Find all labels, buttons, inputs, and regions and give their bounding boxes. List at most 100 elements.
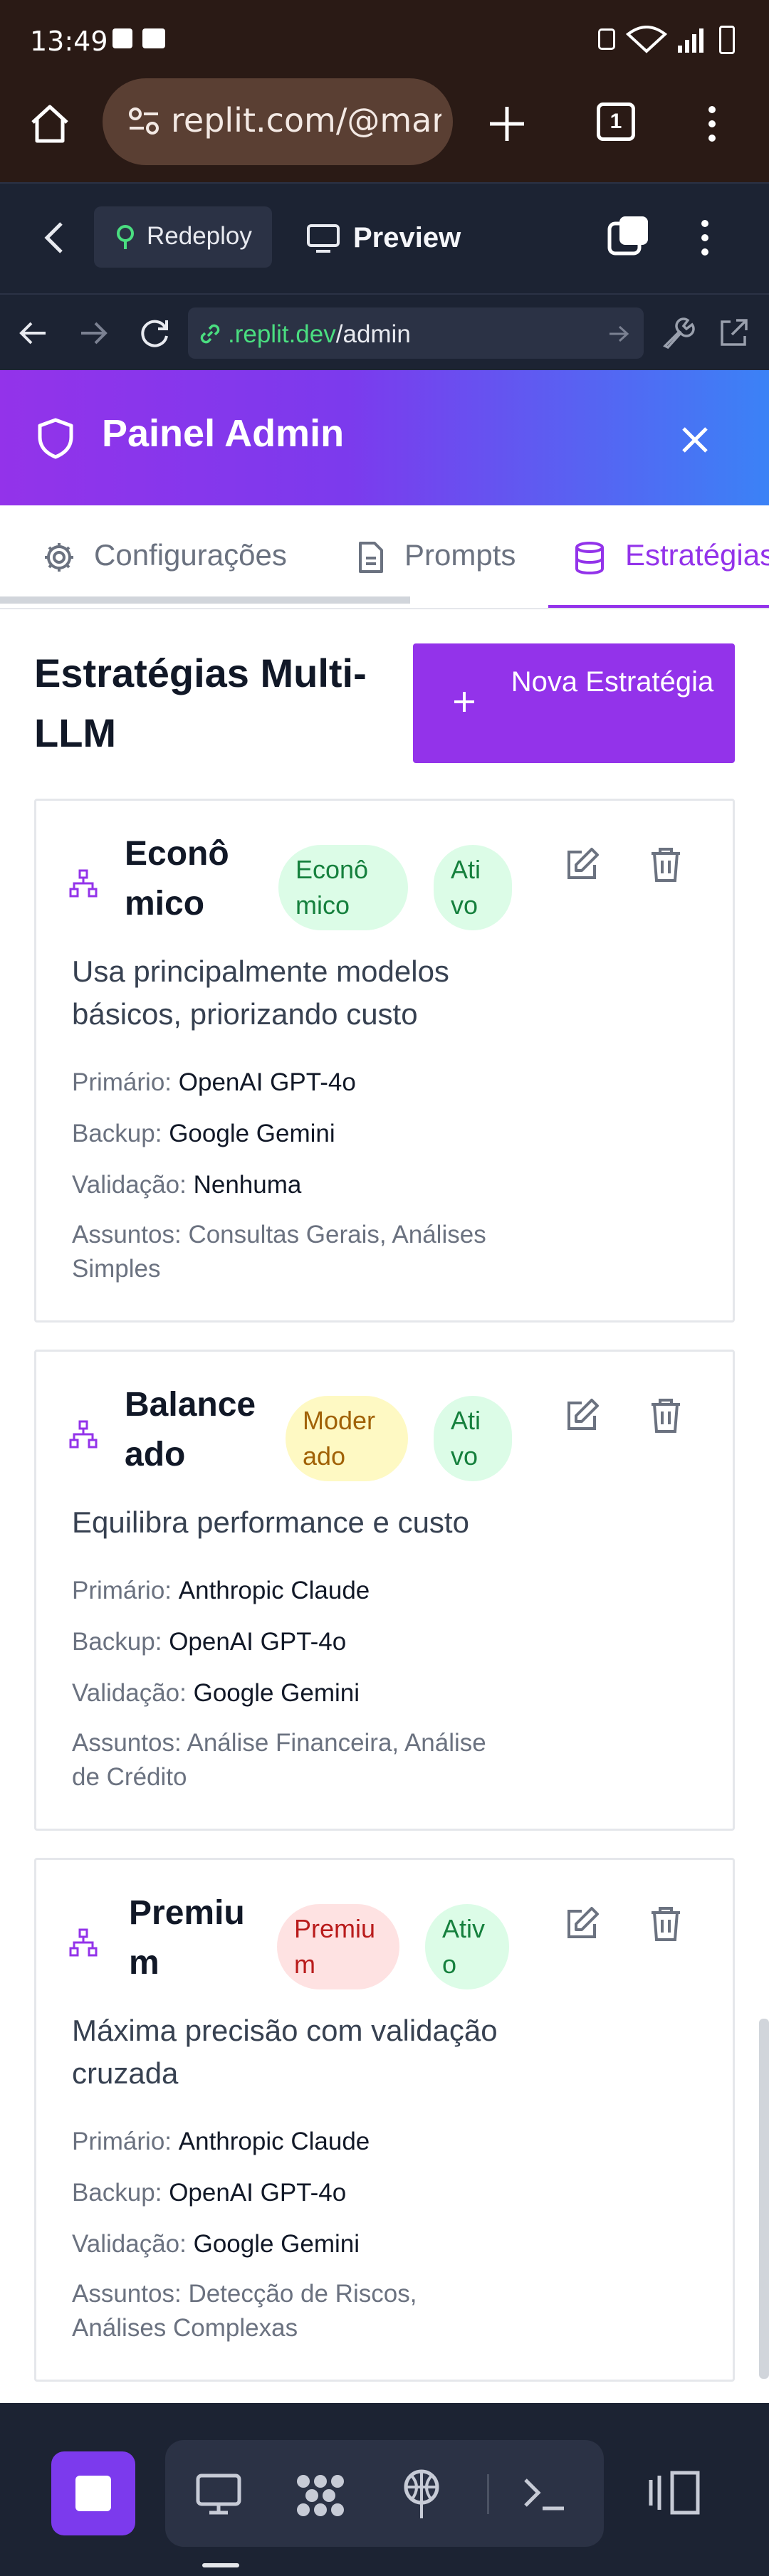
validation-row: Validação: Google Gemini [72,1679,360,1708]
back-arrow-icon[interactable] [19,320,47,346]
gear-icon [45,543,73,572]
row-label: Backup: [72,1628,162,1656]
network-icon [69,1420,98,1449]
new-tab-icon[interactable] [487,104,527,144]
strategy-description: Equilibra performance e custo [72,1505,469,1539]
monitor-icon[interactable] [195,2473,242,2515]
status-badge: Ativ o [425,1904,509,1989]
new-strategy-button[interactable]: Nova Estratégia [413,643,735,763]
trash-icon[interactable] [644,843,687,886]
close-icon[interactable] [681,426,709,454]
backup-row: Backup: OpenAI GPT-4o [72,2179,346,2207]
back-chevron-icon[interactable] [43,221,66,255]
site-settings-icon[interactable] [128,107,159,135]
strategy-name: Premiu m [129,1894,245,1982]
validation-value: Google Gemini [193,1679,360,1707]
url-path: /admin [335,320,411,348]
strategy-name: Balance ado [125,1386,256,1473]
divider [487,2474,489,2514]
wifi-icon [625,26,668,53]
subjects-row: Assuntos: Detecção de Riscos, Análises C… [72,2277,513,2345]
preview-tab-label[interactable]: Preview [353,222,461,254]
open-external-icon[interactable] [718,317,749,349]
webview-url-field[interactable]: .replit.dev/admin [188,307,644,359]
primary-row: Primário: Anthropic Claude [72,2128,370,2156]
voicemail-icon [142,28,165,48]
primary-row: Primário: Anthropic Claude [72,1577,370,1605]
monitor-icon [307,224,340,253]
agent-icon[interactable] [293,2473,347,2518]
link-icon [200,324,220,344]
level-badge: Moder ado [286,1396,408,1481]
tab-estrategias[interactable]: Estratégias [548,505,769,608]
shell-icon[interactable] [523,2476,567,2513]
strategy-card: Balance ado Moder ado Ati vo Equilibra p… [34,1350,735,1831]
level-badge: Premiu m [277,1904,399,1989]
reload-icon[interactable] [138,317,171,350]
validation-row: Validação: Nenhuma [72,1171,301,1199]
backup-value: OpenAI GPT-4o [169,1628,347,1656]
page-scrollbar[interactable] [759,2019,769,2379]
tab-label: Estratégias [625,538,769,572]
database-icon [575,542,604,575]
validation-value: Google Gemini [193,2230,360,2258]
check-notification-icon [113,28,132,48]
strategies-panel: Estratégias Multi-LLM Nova Estratégia Ec… [0,609,769,2403]
network-icon [69,869,98,898]
replit-menu-icon[interactable] [698,218,712,258]
url-text: replit.com/@mari [171,101,441,140]
home-icon[interactable] [28,104,71,144]
signal-icon [678,28,703,53]
edit-icon[interactable] [560,1394,603,1437]
redeploy-label: Redeploy [147,222,252,250]
windows-icon[interactable] [607,214,651,258]
row-label: Primário: [72,1577,172,1604]
tab-label: Prompts [404,538,516,572]
replit-toolbar: Redeploy Preview [0,182,769,293]
row-label: Validação: [72,1679,187,1707]
trash-icon[interactable] [644,1394,687,1437]
browser-menu-icon[interactable] [705,104,719,144]
level-badge: Econô mico [278,845,408,930]
strategy-description: Máxima precisão com validação cruzada [72,2014,498,2090]
forward-arrow-icon[interactable] [80,320,108,346]
new-strategy-label: Nova Estratégia [511,666,714,698]
deploy-icon[interactable] [400,2469,443,2520]
row-label: Backup: [72,2179,162,2207]
admin-tabs: Configurações Prompts Estratégias [0,505,769,609]
primary-value: Anthropic Claude [178,2128,370,2155]
admin-panel-title: Painel Admin [102,412,345,455]
row-label: Validação: [72,2230,187,2258]
row-label: Assuntos: [72,1221,182,1248]
tool-switcher [165,2440,604,2547]
wrench-icon[interactable] [661,316,695,350]
edit-icon[interactable] [560,843,603,886]
url-bar[interactable]: replit.com/@mari [103,78,453,165]
row-label: Primário: [72,1068,172,1096]
webview-url-bar: .replit.dev/admin [0,293,769,370]
deploy-icon [117,225,134,249]
trash-icon[interactable] [644,1903,687,1945]
replit-bottom-toolbar [0,2403,769,2576]
subjects-row: Assuntos: Consultas Gerais, Análises Sim… [72,1218,513,1286]
backup-value: Google Gemini [169,1120,335,1147]
tab-switcher-button[interactable]: 1 [597,102,635,141]
shield-icon [38,418,73,459]
edit-icon[interactable] [560,1903,603,1945]
tab-count: 1 [610,110,622,133]
primary-value: OpenAI GPT-4o [178,1068,356,1096]
tab-configuracoes[interactable]: Configurações [0,505,410,608]
split-view-icon[interactable] [648,2470,701,2515]
strategy-card: Econô mico Econô mico Ati vo Usa princip… [34,799,735,1323]
battery-icon [719,26,735,54]
strategy-name: Econô mico [125,835,229,922]
browser-toolbar: replit.com/@mari 1 [0,78,769,182]
validation-row: Validação: Google Gemini [72,2230,360,2259]
stop-button[interactable] [51,2451,135,2535]
redeploy-button[interactable]: Redeploy [94,206,272,268]
tab-prompts[interactable]: Prompts [359,505,548,608]
row-label: Assuntos: [72,1729,182,1757]
go-arrow-icon[interactable] [608,325,629,343]
network-icon [69,1928,98,1957]
row-label: Assuntos: [72,2280,182,2308]
